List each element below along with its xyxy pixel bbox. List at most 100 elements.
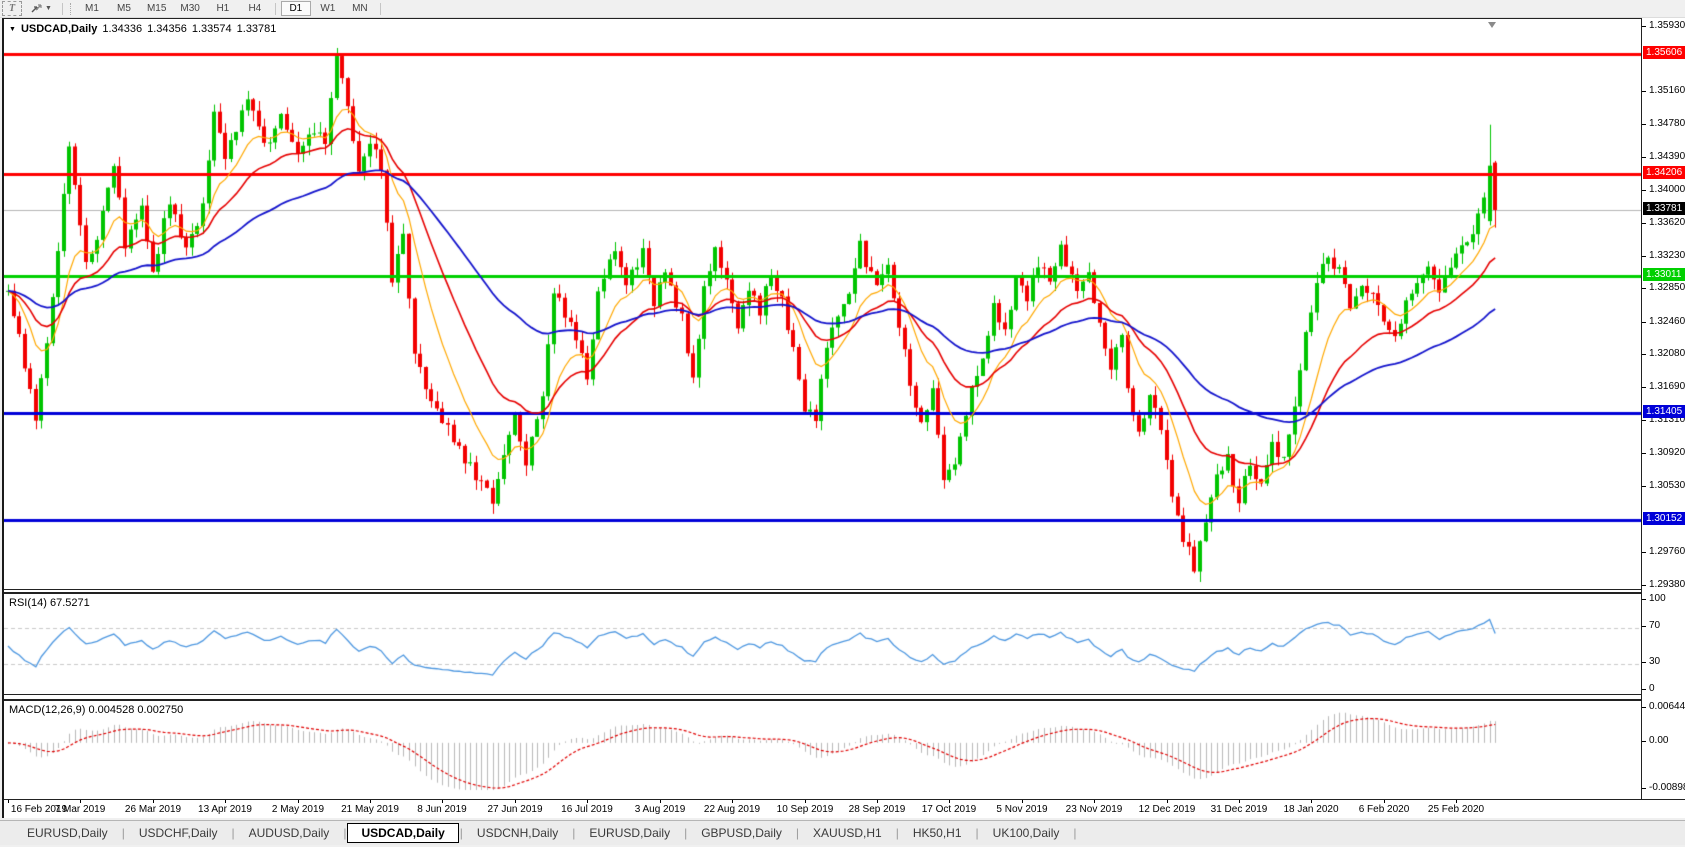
tab-audusd-daily[interactable]: AUDUSD,Daily (236, 824, 343, 842)
date-tick-mark (1384, 800, 1385, 803)
date-tick-mark (370, 800, 371, 803)
tab-separator: | (121, 826, 125, 840)
cursor-tool-button[interactable]: ▼ (26, 2, 56, 15)
price-axis[interactable]: 1.35930 1.35160 1.34780 1.34390 1.34000 1.336… (1641, 18, 1685, 799)
price-axis-tick: 1.29760 (1642, 546, 1685, 557)
rsi-canvas[interactable] (4, 594, 1641, 694)
date-axis-label: 10 Sep 2019 (776, 804, 834, 815)
timeframe-button-M15[interactable]: M15 (141, 1, 172, 16)
tab-separator: | (795, 826, 800, 840)
candlestick-chart-canvas[interactable] (4, 19, 1641, 591)
date-tick-mark (1022, 800, 1023, 803)
date-tick-mark (1167, 800, 1168, 803)
date-tick-mark (805, 800, 806, 803)
tab-uk100-daily[interactable]: UK100,Daily (980, 824, 1073, 842)
price-axis-tick: 1.29380 (1642, 579, 1685, 590)
text-tool-button[interactable]: T (2, 1, 22, 16)
tab-separator: | (975, 826, 979, 840)
date-axis-label: 2 May 2019 (271, 804, 325, 815)
timeframe-button-M5[interactable]: M5 (109, 1, 139, 16)
chart-window: ▼ USDCAD,Daily 1.34336 1.34356 1.33574 1… (4, 18, 1685, 818)
date-tick-mark (1094, 800, 1095, 803)
tab-separator: | (459, 826, 463, 840)
timeframe-button-H4[interactable]: H4 (240, 1, 270, 16)
price-axis-tick: 1.32460 (1642, 316, 1685, 327)
timeframe-button-M1[interactable]: M1 (77, 1, 107, 16)
rsi-axis-tick: 0 (1642, 683, 1685, 694)
date-axis-label: 28 Sep 2019 (848, 804, 906, 815)
macd-canvas[interactable] (4, 701, 1641, 797)
top-toolbar: T ▼ M1 M5 M15 M30 H1 H4 D1 W1 MN (0, 0, 1685, 18)
tab-gbpusd-daily[interactable]: GBPUSD,Daily (688, 824, 795, 842)
date-tick-mark (298, 800, 299, 803)
rsi-label: RSI(14) 67.5271 (9, 597, 90, 609)
price-level-badge: 1.34206 (1643, 165, 1685, 179)
rsi-axis-tick: 70 (1642, 620, 1685, 631)
date-tick-mark (877, 800, 878, 803)
date-axis-label: 21 May 2019 (341, 804, 399, 815)
tab-hk50-h1[interactable]: HK50,H1 (900, 824, 975, 842)
date-axis-label: 17 Oct 2019 (921, 804, 977, 815)
tab-separator: | (895, 826, 899, 840)
chart-symbol-label: USDCAD,Daily (20, 23, 98, 35)
date-tick-mark (732, 800, 733, 803)
timeframe-button-M30[interactable]: M30 (174, 1, 205, 16)
rsi-axis-tick: 100 (1642, 593, 1685, 604)
macd-axis-tick: 0.00 (1642, 735, 1685, 746)
tab-usdcnh-daily[interactable]: USDCNH,Daily (464, 824, 571, 842)
price-axis-tick: 1.32080 (1642, 348, 1685, 359)
date-tick-mark (1239, 800, 1240, 803)
price-axis-tick: 1.31690 (1642, 381, 1685, 392)
toolbar-separator (379, 2, 381, 15)
main-chart-pane[interactable]: ▼ USDCAD,Daily 1.34336 1.34356 1.33574 1… (4, 18, 1641, 591)
price-axis-tick: 1.34780 (1642, 118, 1685, 129)
tab-separator: | (1073, 826, 1077, 840)
macd-label: MACD(12,26,9) 0.004528 0.002750 (9, 704, 184, 716)
date-axis-label: 8 Jun 2019 (417, 804, 467, 815)
date-tick-mark (80, 800, 81, 803)
date-axis-label: 22 Aug 2019 (703, 804, 761, 815)
date-axis-label: 12 Dec 2019 (1138, 804, 1196, 815)
macd-axis-tick: -0.008982 (1642, 782, 1685, 793)
date-tick-mark (949, 800, 950, 803)
tab-usdchf-daily[interactable]: USDCHF,Daily (126, 824, 231, 842)
timeframe-button-H1[interactable]: H1 (208, 1, 238, 16)
date-tick-mark (1456, 800, 1457, 803)
date-tick-mark (1311, 800, 1312, 803)
date-tick-mark (153, 800, 154, 803)
tab-xauusd-h1[interactable]: XAUUSD,H1 (800, 824, 895, 842)
macd-pane[interactable]: MACD(12,26,9) 0.004528 0.002750 (4, 699, 1641, 797)
dropdown-caret-icon: ▼ (45, 5, 52, 12)
tab-eurusd-daily[interactable]: EURUSD,Daily (14, 824, 121, 842)
rsi-axis-tick: 30 (1642, 656, 1685, 667)
timeframe-button-D1[interactable]: D1 (280, 1, 311, 16)
date-axis-label: 3 Aug 2019 (634, 804, 686, 815)
timeframe-button-W1[interactable]: W1 (313, 1, 343, 16)
macd-axis-tick: 0.006448 (1642, 701, 1685, 712)
date-axis-label: 7 Mar 2019 (54, 804, 106, 815)
date-axis-label: 5 Nov 2019 (996, 804, 1048, 815)
timeframe-toolbar: M1 M5 M15 M30 H1 H4 D1 W1 MN (76, 1, 385, 16)
tab-usdcad-daily[interactable]: USDCAD,Daily (347, 823, 459, 843)
date-axis-label: 16 Jul 2019 (561, 804, 613, 815)
date-axis[interactable]: 16 Feb 2019 7 Mar 2019 26 Mar 2019 13 Apr 2… (4, 799, 1685, 818)
price-axis-tick: 1.34000 (1642, 184, 1685, 195)
price-axis-tick: 1.35160 (1642, 85, 1685, 96)
collapse-caret-icon[interactable]: ▼ (9, 26, 16, 33)
date-tick-mark (8, 800, 9, 803)
date-tick-mark (225, 800, 226, 803)
ohlc-open-value: 1.34336 (102, 23, 143, 35)
rsi-pane[interactable]: RSI(14) 67.5271 (4, 592, 1641, 695)
price-axis-tick: 1.33230 (1642, 250, 1685, 261)
price-axis-tick: 1.34390 (1642, 151, 1685, 162)
price-level-badge: 1.33781 (1643, 201, 1685, 215)
cursor-arrows-icon (31, 4, 42, 13)
price-level-badge: 1.33011 (1643, 267, 1685, 281)
date-axis-label: 26 Mar 2019 (124, 804, 182, 815)
date-tick-mark (442, 800, 443, 803)
date-axis-label: 18 Jan 2020 (1283, 804, 1339, 815)
toolbar-grip (69, 2, 73, 15)
date-axis-label: 25 Feb 2020 (1427, 804, 1485, 815)
timeframe-button-MN[interactable]: MN (345, 1, 375, 16)
tab-eurusd-daily[interactable]: EURUSD,Daily (576, 824, 683, 842)
